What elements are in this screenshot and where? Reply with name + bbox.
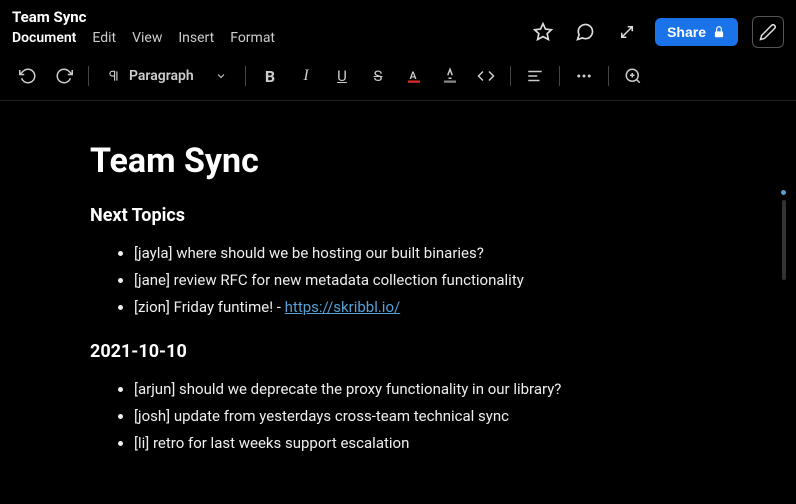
menu-document[interactable]: Document: [12, 30, 76, 46]
section-heading[interactable]: 2021-10-10: [90, 341, 706, 362]
share-button[interactable]: Share: [655, 18, 738, 46]
scrollbar[interactable]: [782, 200, 786, 280]
underline-button[interactable]: U: [326, 60, 358, 92]
pencil-icon: [759, 23, 777, 41]
undo-button[interactable]: [12, 60, 44, 92]
bullet-list[interactable]: [arjun] should we deprecate the proxy fu…: [90, 376, 706, 457]
menu-format[interactable]: Format: [230, 30, 275, 46]
link[interactable]: https://skribbl.io/: [285, 298, 401, 316]
redo-button[interactable]: [48, 60, 80, 92]
bullet-list[interactable]: [jayla] where should we be hosting our b…: [90, 240, 706, 321]
document-title[interactable]: Team Sync: [90, 141, 706, 181]
menu-view[interactable]: View: [132, 30, 162, 46]
list-item[interactable]: [li] retro for last weeks support escala…: [134, 430, 706, 457]
menu-insert[interactable]: Insert: [178, 30, 214, 46]
list-item[interactable]: [jayla] where should we be hosting our b…: [134, 240, 706, 267]
zoom-button[interactable]: [617, 60, 649, 92]
expand-icon[interactable]: [613, 18, 641, 46]
toolbar: Paragraph B I U S A: [0, 52, 796, 101]
list-item-text: [zion] Friday funtime! -: [134, 298, 285, 316]
section-heading[interactable]: Next Topics: [90, 205, 706, 226]
paragraph-style-label: Paragraph: [129, 68, 194, 84]
align-button[interactable]: [519, 60, 551, 92]
italic-button[interactable]: I: [290, 60, 322, 92]
document-content[interactable]: Team Sync Next Topics [jayla] where shou…: [0, 101, 796, 495]
comment-icon[interactable]: [571, 18, 599, 46]
code-button[interactable]: [470, 60, 502, 92]
edit-button[interactable]: [752, 16, 784, 48]
star-icon[interactable]: [529, 18, 557, 46]
highlight-button[interactable]: [434, 60, 466, 92]
menu-edit[interactable]: Edit: [92, 30, 116, 46]
list-item[interactable]: [arjun] should we deprecate the proxy fu…: [134, 376, 706, 403]
list-item[interactable]: [josh] update from yesterdays cross-team…: [134, 403, 706, 430]
list-item[interactable]: [zion] Friday funtime! - https://skribbl…: [134, 294, 706, 321]
chevron-down-icon: [215, 70, 227, 82]
list-item[interactable]: [jane] review RFC for new metadata colle…: [134, 267, 706, 294]
bold-button[interactable]: B: [254, 60, 286, 92]
scroll-indicator: [781, 190, 786, 195]
lock-icon: [712, 25, 726, 39]
paragraph-icon: [107, 69, 121, 83]
strikethrough-button[interactable]: S: [362, 60, 394, 92]
more-button[interactable]: [568, 60, 600, 92]
share-label: Share: [667, 24, 706, 40]
svg-text:A: A: [410, 69, 417, 82]
text-color-button[interactable]: A: [398, 60, 430, 92]
paragraph-style-selector[interactable]: Paragraph: [97, 64, 237, 88]
